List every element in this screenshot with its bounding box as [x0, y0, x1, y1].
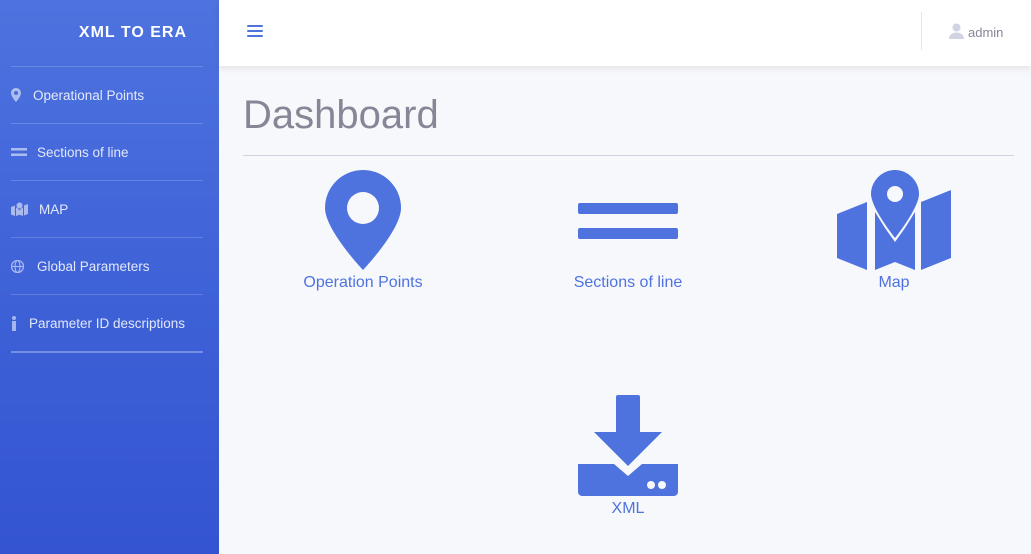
sidebar-item-label: Sections of line	[37, 144, 129, 160]
sidebar-item-label: Operational Points	[33, 87, 145, 103]
tile-map[interactable]: Map	[834, 170, 954, 292]
sidebar-item-label: Parameter ID descriptions	[29, 315, 186, 331]
brand-title[interactable]: XML TO ERA	[0, 0, 219, 66]
tile-operation-points[interactable]: Operation Points	[303, 170, 423, 292]
user-icon	[949, 23, 964, 42]
sidebar-item-sections-of-line[interactable]: Sections of line	[11, 123, 203, 180]
hamburger-icon	[247, 25, 263, 27]
map-icon	[837, 170, 951, 270]
map-marker-icon	[325, 170, 401, 270]
equals-icon	[11, 145, 33, 159]
tile-xml[interactable]: XML	[568, 394, 688, 518]
globe-icon	[11, 259, 33, 273]
sidebar-item-map[interactable]: MAP	[11, 180, 203, 237]
download-icon	[578, 395, 678, 496]
tile-label: XML	[611, 500, 645, 517]
sidebar-item-operational-points[interactable]: Operational Points	[11, 66, 203, 123]
tile-label: Map	[878, 274, 910, 291]
hamburger-icon-bar	[247, 30, 263, 32]
user-menu[interactable]: admin	[949, 22, 1003, 42]
sidebar-item-global-parameters[interactable]: Global Parameters	[11, 237, 203, 294]
sidebar-toggle-button[interactable]	[247, 22, 263, 40]
topbar-divider	[921, 12, 922, 50]
sidebar-item-label: Global Parameters	[37, 258, 150, 274]
hamburger-icon-bar	[247, 35, 263, 37]
equals-icon	[578, 203, 678, 239]
title-divider	[243, 155, 1014, 156]
page-title: Dashboard	[243, 93, 439, 137]
sidebar-item-label: MAP	[39, 201, 69, 217]
sidebar-item-parameter-id-descriptions[interactable]: Parameter ID descriptions	[11, 294, 203, 351]
main-content: Dashboard Operation Points Sections of l…	[219, 66, 1031, 554]
topbar: admin	[219, 0, 1031, 66]
info-icon	[11, 315, 25, 331]
sidebar: XML TO ERA Operational Points Sections o…	[0, 0, 219, 554]
user-name: admin	[968, 24, 1004, 40]
tile-sections-of-line[interactable]: Sections of line	[568, 170, 688, 292]
sidebar-divider	[11, 351, 203, 353]
map-marker-icon	[11, 88, 29, 102]
tile-label: Operation Points	[303, 274, 423, 291]
tile-label: Sections of line	[573, 274, 683, 291]
map-icon	[11, 202, 35, 216]
